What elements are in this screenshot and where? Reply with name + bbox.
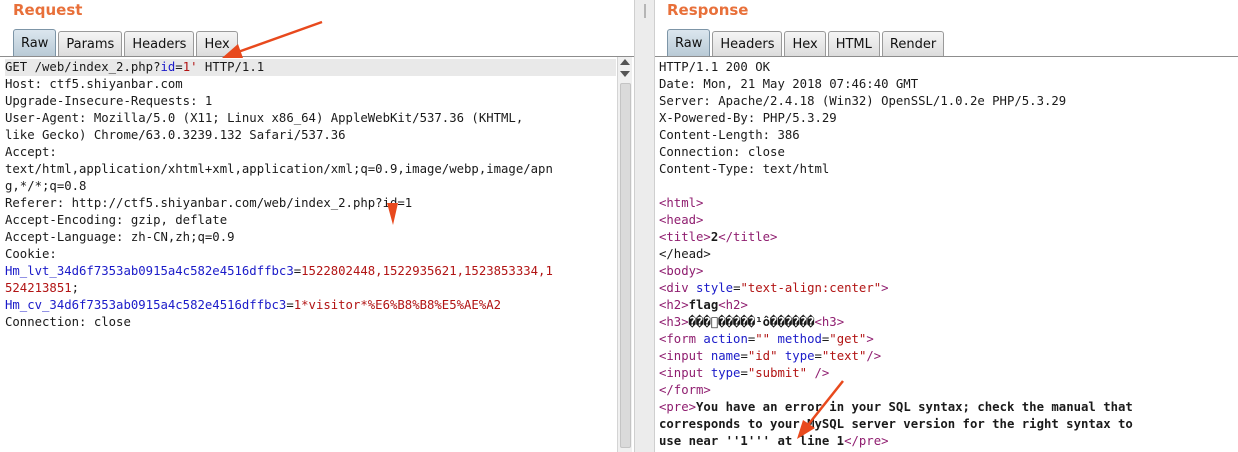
tab-raw[interactable]: Raw bbox=[667, 29, 711, 56]
scroll-up-arrow-icon[interactable] bbox=[620, 59, 630, 65]
html-tag: </form> bbox=[659, 383, 711, 397]
request-editor[interactable]: GET /web/index_2.php?id=1' HTTP/1.1 Host… bbox=[0, 56, 634, 452]
html-tag: </title> bbox=[718, 230, 778, 244]
response-tabs: Raw Headers Hex HTML Render bbox=[667, 29, 946, 56]
request-line: GET /web/index_2.php? bbox=[5, 60, 161, 74]
html-tag: <h2> bbox=[659, 298, 689, 312]
request-scrollbar[interactable] bbox=[617, 57, 632, 452]
tab-render[interactable]: Render bbox=[881, 31, 945, 56]
param-key: id bbox=[160, 60, 176, 74]
response-editor[interactable]: HTTP/1.1 200 OK Date: Mon, 21 May 2018 0… bbox=[655, 56, 1238, 452]
header-accept: Accept: bbox=[5, 145, 57, 159]
status-line: HTTP/1.1 200 OK bbox=[659, 60, 771, 74]
header-accept-language: Accept-Language: zh-CN,zh;q=0.9 bbox=[5, 230, 235, 244]
tab-html[interactable]: HTML bbox=[827, 31, 880, 56]
html-tag: <h3> bbox=[814, 315, 845, 329]
param-value: 1' bbox=[182, 60, 198, 74]
html-tag: <pre> bbox=[659, 400, 697, 414]
html-tag: <head> bbox=[659, 213, 704, 227]
request-line-highlighted: GET /web/index_2.php?id=1' HTTP/1.1 bbox=[5, 59, 616, 76]
header-accept-value: text/html,application/xhtml+xml,applicat… bbox=[5, 162, 553, 176]
html-tag: <html> bbox=[659, 196, 704, 210]
html-tag: <title> bbox=[659, 230, 711, 244]
html-attr: style bbox=[696, 281, 734, 295]
response-pane: Response Raw Headers Hex HTML Render HTT… bbox=[655, 0, 1238, 452]
header-date: Date: Mon, 21 May 2018 07:46:40 GMT bbox=[659, 77, 919, 91]
header-connection: Connection: close bbox=[659, 145, 785, 159]
request-protocol: HTTP/1.1 bbox=[197, 60, 265, 74]
divider-grip-icon[interactable] bbox=[644, 4, 646, 18]
html-tag: <h3> bbox=[659, 315, 689, 329]
scroll-down-arrow-icon[interactable] bbox=[620, 71, 630, 77]
pane-divider[interactable] bbox=[634, 0, 655, 452]
request-text: GET /web/index_2.php?id=1' HTTP/1.1 Host… bbox=[5, 59, 616, 331]
html-attr-value: "submit" bbox=[747, 366, 808, 380]
html-attr-value: "text" bbox=[821, 349, 867, 363]
html-attr-value: "get" bbox=[829, 332, 867, 346]
request-title: Request bbox=[13, 1, 83, 19]
cookie-value: 1522802448,1522935621,1523853334,1 bbox=[301, 264, 553, 278]
html-tag: </pre> bbox=[844, 434, 889, 448]
cookie-key: Hm_lvt_34d6f7353ab0915a4c582e4516dffbc3 bbox=[5, 264, 294, 278]
header-cookie: Cookie: bbox=[5, 247, 57, 261]
tab-hex[interactable]: Hex bbox=[196, 31, 238, 56]
html-attr: name bbox=[710, 349, 741, 363]
request-pane: Request Raw Params Headers Hex GET /web/… bbox=[0, 0, 634, 452]
header-upgrade: Upgrade-Insecure-Requests: 1 bbox=[5, 94, 213, 108]
html-tag: </head> bbox=[659, 247, 711, 261]
request-tabs: Raw Params Headers Hex bbox=[13, 29, 240, 56]
header-powered-by: X-Powered-By: PHP/5.3.29 bbox=[659, 111, 837, 125]
header-content-type: Content-Type: text/html bbox=[659, 162, 830, 176]
tab-headers[interactable]: Headers bbox=[124, 31, 195, 56]
html-tag: /> bbox=[807, 366, 830, 380]
html-text: ��� �����¹ô������ bbox=[688, 315, 815, 329]
html-text: flag bbox=[688, 298, 719, 312]
header-content-length: Content-Length: 386 bbox=[659, 128, 800, 142]
sql-error-text: use near ''1''' at line 1 bbox=[659, 434, 845, 448]
header-referer: Referer: http://ctf5.shiyanbar.com/web/i… bbox=[5, 196, 413, 210]
html-tag: > bbox=[866, 332, 874, 346]
html-attr: type bbox=[784, 349, 815, 363]
html-tag: <div bbox=[659, 281, 697, 295]
cookie-key: Hm_cv_34d6f7353ab0915a4c582e4516dffbc3 bbox=[5, 298, 287, 312]
sql-error-text: You have an error in your SQL syntax; ch… bbox=[696, 400, 1133, 414]
html-tag: <h2> bbox=[718, 298, 748, 312]
html-tag: <body> bbox=[659, 264, 704, 278]
html-attr: action bbox=[703, 332, 748, 346]
html-tag: /> bbox=[866, 349, 882, 363]
header-user-agent: User-Agent: Mozilla/5.0 (X11; Linux x86_… bbox=[5, 111, 524, 125]
html-attr-value: "" bbox=[755, 332, 771, 346]
html-tag: <input bbox=[659, 366, 711, 380]
cookie-eq: = bbox=[286, 298, 294, 312]
tab-headers[interactable]: Headers bbox=[712, 31, 783, 56]
header-host: Host: ctf5.shiyanbar.com bbox=[5, 77, 183, 91]
html-attr: method bbox=[777, 332, 822, 346]
tab-raw[interactable]: Raw bbox=[13, 29, 57, 56]
header-user-agent-cont: like Gecko) Chrome/63.0.3239.132 Safari/… bbox=[5, 128, 346, 142]
html-attr: type bbox=[710, 366, 741, 380]
param-eq: = bbox=[175, 60, 183, 74]
cookie-sep: ; bbox=[71, 281, 80, 295]
sql-error-text: corresponds to your MySQL server version… bbox=[659, 417, 1133, 431]
scroll-thumb[interactable] bbox=[620, 83, 631, 448]
header-accept-encoding: Accept-Encoding: gzip, deflate bbox=[5, 213, 228, 227]
html-tag: > bbox=[881, 281, 889, 295]
html-tag: <form bbox=[659, 332, 704, 346]
header-server: Server: Apache/2.4.18 (Win32) OpenSSL/1.… bbox=[659, 94, 1067, 108]
response-text: HTTP/1.1 200 OK Date: Mon, 21 May 2018 0… bbox=[659, 60, 1133, 448]
header-accept-value-cont: g,*/*;q=0.8 bbox=[5, 179, 87, 193]
tab-params[interactable]: Params bbox=[58, 31, 123, 56]
html-tag: <input bbox=[659, 349, 711, 363]
header-connection: Connection: close bbox=[5, 315, 131, 329]
response-title: Response bbox=[667, 1, 749, 19]
html-attr-value: "id" bbox=[747, 349, 778, 363]
cookie-value-cont: 524213851 bbox=[5, 281, 72, 295]
html-attr-value: "text-align:center" bbox=[740, 281, 882, 295]
cookie-value: 1*visitor*%E6%B8%B8%E5%AE%A2 bbox=[293, 298, 502, 312]
tab-hex[interactable]: Hex bbox=[784, 31, 826, 56]
